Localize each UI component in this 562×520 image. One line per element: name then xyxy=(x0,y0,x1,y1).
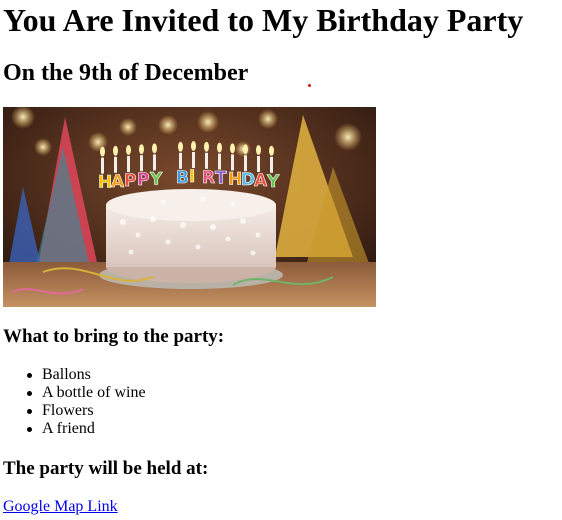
candle-stick xyxy=(270,156,273,173)
candle-stick xyxy=(218,153,221,170)
candle-flame xyxy=(269,145,274,156)
candle-stick xyxy=(257,156,260,172)
list-item-label: Flowers xyxy=(42,402,94,419)
candle-flame xyxy=(191,141,196,151)
list-item: A friend xyxy=(27,420,146,438)
page-subtitle: On the 9th of December xyxy=(3,60,249,86)
candle-letter: B xyxy=(176,168,189,188)
candle-stick xyxy=(244,155,247,172)
candle-flame xyxy=(256,145,261,155)
candle-letter: A xyxy=(254,171,268,191)
candle-flame xyxy=(217,142,222,153)
candle-letter: P xyxy=(124,171,136,191)
bring-heading: What to bring to the party: xyxy=(3,326,225,347)
list-item-label: A friend xyxy=(42,420,95,437)
candle-flame xyxy=(230,143,235,154)
candle-stick xyxy=(127,156,130,172)
candle-stick xyxy=(153,154,156,171)
candle-flame xyxy=(100,146,105,157)
candle-letter: R xyxy=(202,168,215,188)
candle-stick xyxy=(205,152,208,169)
candle-letter: P xyxy=(137,170,149,190)
candle-flame xyxy=(139,144,144,155)
location-heading: The party will be held at: xyxy=(3,458,209,479)
list-item: Ballons xyxy=(27,366,146,384)
candle-letter: Y xyxy=(149,169,163,189)
candle-stick xyxy=(179,152,182,169)
birthday-cake-illustration: HA P P Y B I R T HDA Y xyxy=(3,107,376,307)
candle-flame xyxy=(178,141,183,152)
bring-list: Ballons A bottle of wine Flowers A frien… xyxy=(27,366,146,438)
stray-dot xyxy=(308,84,311,87)
list-item: A bottle of wine xyxy=(27,384,146,402)
candle-flame xyxy=(152,143,157,154)
candle-stick xyxy=(114,156,117,173)
list-item-label: A bottle of wine xyxy=(42,384,146,401)
bullet-icon xyxy=(27,427,32,432)
candle-stick xyxy=(192,152,195,168)
candle-flame xyxy=(204,141,209,152)
candle-stick xyxy=(231,154,234,171)
page-title: You Are Invited to My Birthday Party xyxy=(3,2,524,38)
bullet-icon xyxy=(27,391,32,396)
bullet-icon xyxy=(27,373,32,378)
candle-letter: T xyxy=(215,169,227,189)
candle-letter: A xyxy=(111,172,125,192)
candle-letter: Y xyxy=(266,172,280,192)
candle-stick xyxy=(101,157,104,174)
list-item-label: Ballons xyxy=(42,366,91,383)
candle-flame xyxy=(126,145,131,155)
candle-flame xyxy=(243,144,248,155)
google-map-link[interactable]: Google Map Link xyxy=(3,497,118,517)
candle-letter: D xyxy=(241,170,255,190)
candle-stick xyxy=(140,155,143,172)
candle-flame xyxy=(113,145,118,156)
bullet-icon xyxy=(27,409,32,414)
candle-letter: I xyxy=(189,167,195,187)
list-item: Flowers xyxy=(27,402,146,420)
birthday-cake-image: HAPPYBIRTHDAY xyxy=(3,107,376,307)
